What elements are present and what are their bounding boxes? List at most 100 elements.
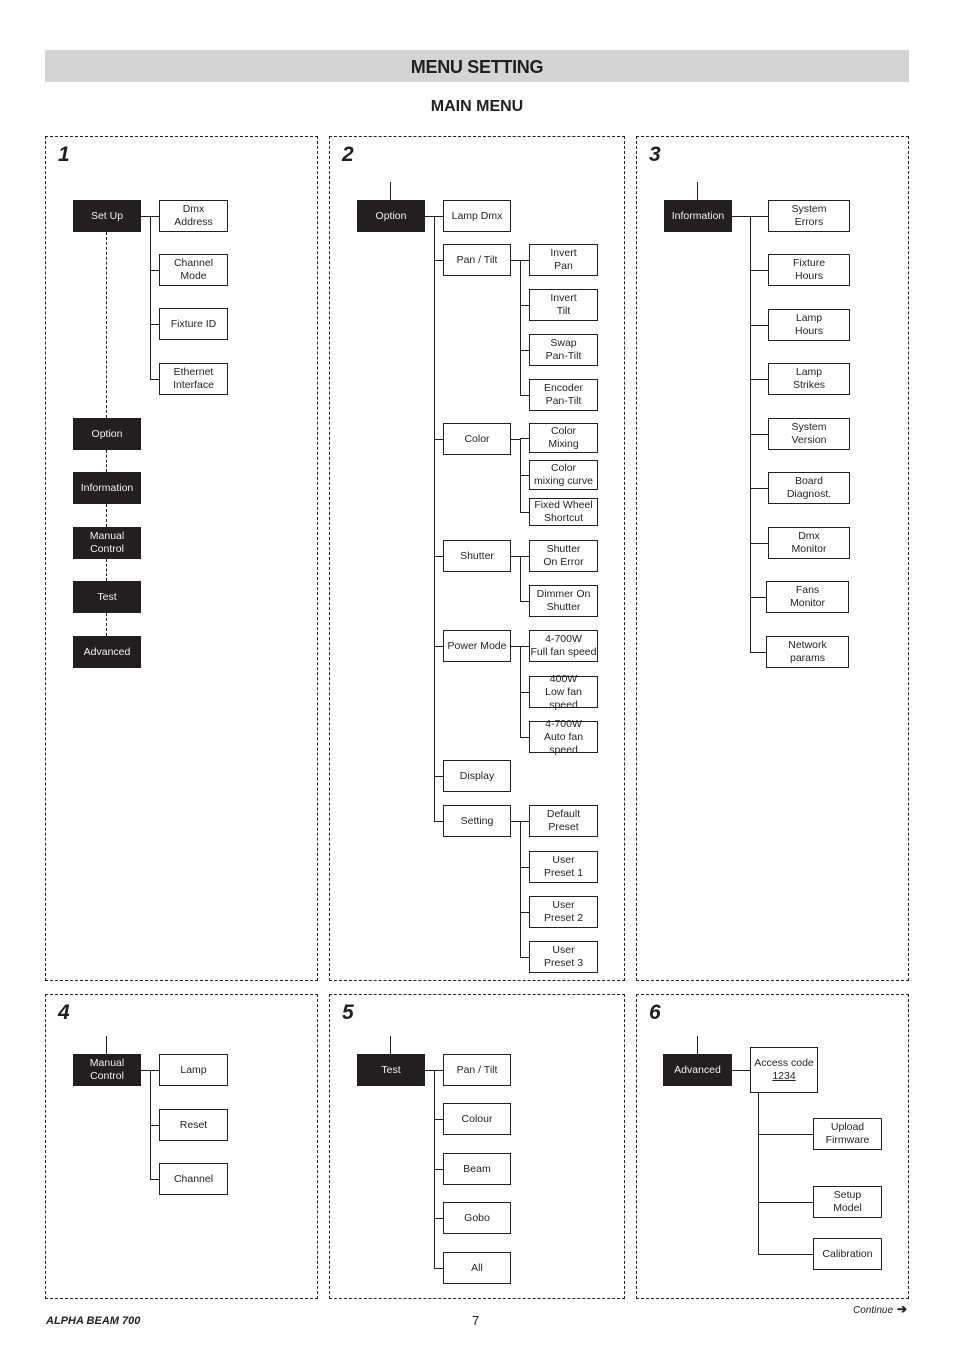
connector-line: [750, 216, 751, 653]
submenu-option[interactable]: Fixed Wheel Shortcut: [529, 498, 598, 526]
panel-number: 5: [342, 1001, 354, 1024]
connector-line: [520, 821, 521, 958]
submenu-option[interactable]: Default Preset: [529, 805, 598, 837]
info-item[interactable]: Fans Monitor: [766, 581, 849, 613]
submenu-item[interactable]: Fixture ID: [159, 308, 228, 340]
connector-line: [520, 475, 529, 476]
submenu-option[interactable]: User Preset 2: [529, 896, 598, 928]
submenu-item[interactable]: Channel Mode: [159, 254, 228, 286]
connector-line: [750, 434, 768, 435]
submenu-item[interactable]: Setting: [443, 805, 511, 837]
connector-line: [750, 379, 768, 380]
dashed-connector: [106, 504, 107, 527]
connector-line: [150, 324, 159, 325]
connector-line: [106, 1036, 107, 1054]
menu-node-setup[interactable]: Set Up: [73, 200, 141, 232]
submenu-item[interactable]: Power Mode: [443, 630, 511, 662]
main-menu-item[interactable]: Option: [73, 418, 141, 450]
connector-line: [390, 1036, 391, 1054]
submenu-item[interactable]: Display: [443, 760, 511, 792]
menu-node-manual-control[interactable]: Manual Control: [73, 1054, 141, 1086]
test-item[interactable]: Colour: [443, 1103, 511, 1135]
connector-line: [150, 270, 159, 271]
info-item[interactable]: Lamp Strikes: [768, 363, 850, 395]
submenu-option[interactable]: 4-700W Full fan speed: [529, 630, 598, 662]
connector-line: [425, 1070, 434, 1071]
submenu-option[interactable]: 4-700W Auto fan speed: [529, 718, 598, 756]
submenu-option[interactable]: Color Mixing: [529, 423, 598, 453]
connector-line: [750, 270, 768, 271]
connector-line: [434, 821, 443, 822]
menu-node-test[interactable]: Test: [357, 1054, 425, 1086]
advanced-item[interactable]: Calibration: [813, 1238, 882, 1270]
connector-line: [520, 646, 521, 738]
connector-line: [434, 1169, 443, 1170]
test-item[interactable]: Gobo: [443, 1202, 511, 1234]
continue-link[interactable]: Continue ➔: [853, 1302, 907, 1316]
info-item[interactable]: System Version: [768, 418, 850, 450]
panel-number: 4: [58, 1001, 70, 1024]
menu-node-advanced[interactable]: Advanced: [663, 1054, 732, 1086]
info-item[interactable]: Board Diagnost.: [768, 472, 850, 504]
connector-line: [520, 260, 529, 261]
test-item[interactable]: All: [443, 1252, 511, 1284]
connector-line: [520, 260, 521, 396]
connector-line: [520, 556, 521, 602]
submenu-item[interactable]: Lamp: [159, 1054, 228, 1086]
dashed-connector: [106, 450, 107, 472]
page-number: 7: [472, 1313, 480, 1328]
access-code-box[interactable]: Access code 1234: [750, 1047, 818, 1093]
submenu-option[interactable]: Dimmer On Shutter: [529, 585, 598, 617]
main-menu-item[interactable]: Advanced: [73, 636, 141, 668]
submenu-option[interactable]: Color mixing curve: [529, 460, 598, 490]
info-item[interactable]: Lamp Hours: [768, 309, 850, 341]
submenu-option[interactable]: Swap Pan-Tilt: [529, 334, 598, 366]
advanced-item[interactable]: Upload Firmware: [813, 1118, 882, 1150]
connector-line: [758, 1202, 813, 1203]
info-item[interactable]: Dmx Monitor: [768, 527, 850, 559]
submenu-option[interactable]: Invert Tilt: [529, 289, 598, 321]
connector-line: [520, 737, 529, 738]
connector-line: [750, 488, 768, 489]
connector-line: [434, 1218, 443, 1219]
submenu-option[interactable]: User Preset 3: [529, 941, 598, 973]
submenu-option[interactable]: Invert Pan: [529, 244, 598, 276]
connector-line: [434, 1070, 443, 1071]
connector-line: [520, 601, 529, 602]
advanced-item[interactable]: Setup Model: [813, 1186, 882, 1218]
connector-line: [758, 1093, 759, 1255]
submenu-item[interactable]: Pan / Tilt: [443, 244, 511, 276]
submenu-item[interactable]: Dmx Address: [159, 200, 228, 232]
connector-line: [511, 439, 520, 440]
submenu-item[interactable]: Channel: [159, 1163, 228, 1195]
connector-line: [511, 556, 520, 557]
main-menu-item[interactable]: Manual Control: [73, 527, 141, 559]
main-menu-item[interactable]: Information: [73, 472, 141, 504]
connector-line: [434, 216, 435, 821]
submenu-item[interactable]: Reset: [159, 1109, 228, 1141]
submenu-option[interactable]: 400W Low fan speed: [529, 673, 598, 711]
connector-line: [434, 260, 443, 261]
submenu-option[interactable]: User Preset 1: [529, 851, 598, 883]
continue-label: Continue: [853, 1305, 894, 1316]
connector-line: [150, 1070, 151, 1180]
connector-line: [434, 776, 443, 777]
info-item[interactable]: Network params: [766, 636, 849, 668]
info-item[interactable]: Fixture Hours: [768, 254, 850, 286]
test-item[interactable]: Beam: [443, 1153, 511, 1185]
connector-line: [750, 597, 766, 598]
submenu-option[interactable]: Encoder Pan-Tilt: [529, 379, 598, 411]
submenu-item[interactable]: Shutter: [443, 540, 511, 572]
connector-line: [434, 216, 443, 217]
main-menu-item[interactable]: Test: [73, 581, 141, 613]
info-item[interactable]: System Errors: [768, 200, 850, 232]
connector-line: [520, 439, 521, 513]
submenu-item[interactable]: Lamp Dmx: [443, 200, 511, 232]
submenu-item[interactable]: Ethernet Interface: [159, 363, 228, 395]
menu-node-option[interactable]: Option: [357, 200, 425, 232]
submenu-option[interactable]: Shutter On Error: [529, 540, 598, 572]
connector-line: [697, 1036, 698, 1054]
menu-node-information[interactable]: Information: [664, 200, 732, 232]
test-item[interactable]: Pan / Tilt: [443, 1054, 511, 1086]
submenu-item[interactable]: Color: [443, 423, 511, 455]
